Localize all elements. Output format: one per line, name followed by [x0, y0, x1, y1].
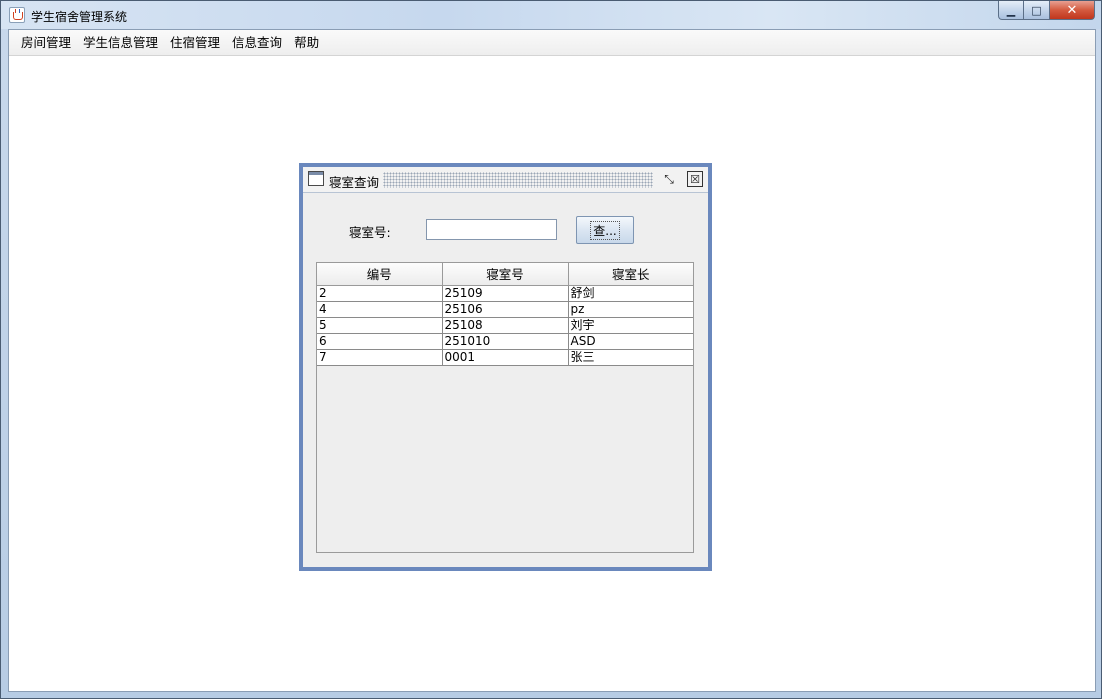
- result-table-scrollpane[interactable]: 编号 寝室号 寝室长 2 25109 舒剑 4 25106 pz 5 25108…: [316, 262, 694, 553]
- table-row[interactable]: 2 25109 舒剑: [317, 285, 693, 302]
- query-button-label: 查...: [590, 220, 620, 240]
- table-header-row: 编号 寝室号 寝室长: [317, 263, 693, 286]
- cell-dorm-number[interactable]: 25108: [442, 317, 569, 334]
- table-row[interactable]: 5 25108 刘宇: [317, 317, 693, 334]
- restore-icon[interactable]: ⤡: [661, 171, 677, 187]
- cell-dorm-leader[interactable]: pz: [568, 301, 693, 318]
- menu-help[interactable]: 帮助: [288, 32, 325, 54]
- cell-id[interactable]: 7: [317, 349, 443, 366]
- column-header-dorm-number[interactable]: 寝室号: [442, 263, 569, 286]
- cell-id[interactable]: 6: [317, 333, 443, 350]
- window-titlebar[interactable]: 学生宿舍管理系统 ▁ □ ✕: [1, 1, 1101, 29]
- cell-dorm-number[interactable]: 251010: [442, 333, 569, 350]
- dorm-number-label: 寝室号:: [349, 225, 391, 240]
- cell-dorm-leader[interactable]: ASD: [568, 333, 693, 350]
- cell-dorm-number[interactable]: 25106: [442, 301, 569, 318]
- java-app-icon: [9, 7, 25, 23]
- window-controls: ▁ □ ✕: [998, 1, 1095, 21]
- cell-dorm-leader[interactable]: 刘宇: [568, 317, 693, 334]
- minimize-button[interactable]: ▁: [998, 1, 1024, 20]
- dialog-title: 寝室查询: [329, 175, 380, 190]
- cell-id[interactable]: 5: [317, 317, 443, 334]
- cell-dorm-number[interactable]: 0001: [442, 349, 569, 366]
- dialog-close-icon[interactable]: ☒: [687, 171, 703, 187]
- main-window: 学生宿舍管理系统 ▁ □ ✕ 房间管理 学生信息管理 住宿管理 信息查询 帮助 …: [0, 0, 1102, 699]
- cell-id[interactable]: 4: [317, 301, 443, 318]
- maximize-button[interactable]: □: [1024, 1, 1050, 20]
- table-row[interactable]: 6 251010 ASD: [317, 333, 693, 350]
- dorm-number-input[interactable]: [426, 219, 557, 240]
- cell-dorm-leader[interactable]: 舒剑: [568, 285, 693, 302]
- table-row[interactable]: 7 0001 张三: [317, 349, 693, 366]
- menu-accommodation[interactable]: 住宿管理: [164, 32, 226, 54]
- column-header-id[interactable]: 编号: [317, 263, 443, 286]
- table-row[interactable]: 4 25106 pz: [317, 301, 693, 318]
- window-title: 学生宿舍管理系统: [31, 10, 128, 24]
- menu-student-info[interactable]: 学生信息管理: [77, 32, 164, 54]
- cell-dorm-number[interactable]: 25109: [442, 285, 569, 302]
- dialog-titlebar[interactable]: 寝室查询 ⤡ ☒: [303, 167, 708, 193]
- frame-icon: [308, 171, 324, 186]
- result-table[interactable]: 编号 寝室号 寝室长 2 25109 舒剑 4 25106 pz 5 25108…: [317, 263, 693, 366]
- dorm-query-dialog: 寝室查询 ⤡ ☒ 寝室号: 查... 编号 寝室号 寝室长 2 25109 舒剑…: [299, 163, 712, 571]
- menu-info-query[interactable]: 信息查询: [226, 32, 288, 54]
- cell-dorm-leader[interactable]: 张三: [568, 349, 693, 366]
- menubar: 房间管理 学生信息管理 住宿管理 信息查询 帮助: [9, 30, 1095, 56]
- column-header-dorm-leader[interactable]: 寝室长: [568, 263, 693, 286]
- titlebar-grip: [383, 172, 653, 188]
- cell-id[interactable]: 2: [317, 285, 443, 302]
- close-button[interactable]: ✕: [1050, 1, 1095, 20]
- query-button[interactable]: 查...: [576, 216, 634, 244]
- menu-room-management[interactable]: 房间管理: [15, 32, 77, 54]
